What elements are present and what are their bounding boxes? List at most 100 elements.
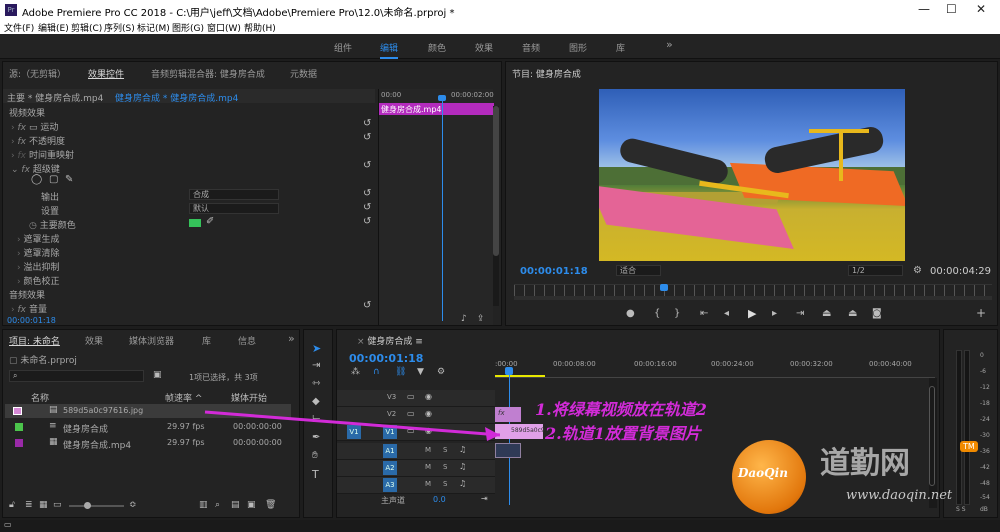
- timeline-tab[interactable]: × 健身房合成 ≡: [357, 334, 423, 347]
- track-target-a2[interactable]: A2: [383, 461, 397, 475]
- column-frame-rate[interactable]: 帧速率 ^: [165, 391, 202, 404]
- menu-file[interactable]: 文件(F): [4, 21, 34, 34]
- go-to-in-icon[interactable]: ⇤: [700, 308, 708, 319]
- linked-selection-icon[interactable]: ⛓: [395, 367, 406, 377]
- eyedropper-icon[interactable]: ✐: [206, 216, 214, 227]
- column-name[interactable]: 名称: [31, 391, 49, 404]
- workspace-audio[interactable]: 音频: [522, 41, 540, 54]
- workspace-libraries[interactable]: 库: [616, 41, 625, 54]
- reset-motion-icon[interactable]: ↺: [363, 118, 371, 129]
- tab-audio-clip-mixer[interactable]: 音频剪辑混合器: 健身房合成: [151, 67, 265, 80]
- timeline-playhead-handle[interactable]: [505, 367, 513, 375]
- color-correction-row[interactable]: › 颜色校正: [17, 274, 59, 287]
- spill-suppression-row[interactable]: › 溢出抑制: [17, 260, 59, 273]
- menu-marker[interactable]: 标记(M): [137, 21, 170, 34]
- tab-effects[interactable]: 效果: [85, 334, 103, 347]
- reset-volume-icon[interactable]: ↺: [363, 300, 371, 311]
- track-target-a3[interactable]: A3: [383, 478, 397, 492]
- microphone-icon[interactable]: ♫: [459, 479, 466, 488]
- play-icon[interactable]: ▶: [748, 307, 756, 320]
- workspace-graphics[interactable]: 图形: [569, 41, 587, 54]
- setting-dropdown[interactable]: 默认: [189, 203, 279, 214]
- program-current-time[interactable]: 00:00:01:18: [520, 266, 588, 277]
- menu-help[interactable]: 帮助(H): [244, 21, 276, 34]
- menu-window[interactable]: 窗口(W): [207, 21, 241, 34]
- program-video-frame[interactable]: [599, 89, 905, 261]
- ripple-edit-tool-icon[interactable]: ⇿: [312, 378, 320, 389]
- tab-libraries[interactable]: 库: [202, 334, 211, 347]
- matte-cleanup-row[interactable]: › 遮罩清除: [17, 246, 59, 259]
- menu-clip[interactable]: 剪辑(C): [71, 21, 102, 34]
- effect-controls-timecode[interactable]: 00:00:01:18: [7, 316, 56, 325]
- track-header-a3[interactable]: A3 M S ♫: [337, 477, 495, 494]
- workspace-editing[interactable]: 编辑: [380, 41, 399, 59]
- tab-info[interactable]: 信息: [238, 334, 256, 347]
- nest-icon[interactable]: ⁂: [351, 367, 360, 377]
- effect-controls-scrollbar[interactable]: [493, 106, 499, 306]
- program-zoom-bar[interactable]: [514, 296, 992, 300]
- track-select-tool-icon[interactable]: ⇥: [312, 360, 320, 371]
- maximize-button[interactable]: ☐: [946, 2, 957, 16]
- resolution-dropdown[interactable]: 1/2: [848, 265, 903, 276]
- project-search-input[interactable]: ⌕: [9, 370, 144, 382]
- tab-metadata[interactable]: 元数据: [290, 67, 317, 80]
- add-marker-icon[interactable]: ▼: [417, 367, 424, 377]
- close-button[interactable]: ✕: [976, 2, 986, 16]
- volume-row[interactable]: › fx 音量: [11, 302, 47, 315]
- lock-icon[interactable]: 🔓︎: [9, 500, 15, 510]
- menu-edit[interactable]: 编辑(E): [38, 21, 69, 34]
- export-frame-camera-icon[interactable]: ◙: [872, 308, 882, 319]
- timeline-timecode[interactable]: 00:00:01:18: [349, 352, 423, 365]
- fit-dropdown[interactable]: 适合: [616, 265, 661, 276]
- automate-icon[interactable]: ▥: [199, 500, 208, 510]
- extract-icon[interactable]: ⏏: [848, 308, 857, 319]
- program-playhead[interactable]: [660, 284, 668, 291]
- program-ruler[interactable]: [514, 284, 992, 296]
- go-to-out-icon[interactable]: ⇥: [796, 308, 804, 319]
- step-back-icon[interactable]: ◂: [724, 308, 729, 319]
- master-clip-label[interactable]: 主要 * 健身房合成.mp4: [7, 91, 103, 104]
- master-go-end-icon[interactable]: ⇥: [481, 494, 488, 503]
- solo-button[interactable]: S: [443, 463, 447, 471]
- motion-row[interactable]: › fx ▭ 运动: [11, 120, 58, 133]
- mark-out-icon[interactable]: }: [674, 308, 680, 319]
- track-header-a2[interactable]: A2 M S ♫: [337, 460, 495, 477]
- zoom-slider[interactable]: [69, 502, 124, 509]
- solo-button[interactable]: S: [443, 480, 447, 488]
- workspace-more-icon[interactable]: »: [666, 38, 673, 51]
- ellipse-mask-icon[interactable]: ◯: [31, 174, 42, 185]
- timeline-ruler[interactable]: :00:00 00:00:08:00 00:00:16:00 00:00:24:…: [495, 358, 935, 378]
- work-area-bar[interactable]: [495, 375, 545, 377]
- type-tool-icon[interactable]: T: [312, 468, 319, 481]
- new-item-icon[interactable]: ▣: [247, 500, 256, 510]
- snap-icon[interactable]: ∩: [373, 367, 380, 377]
- mark-in-icon[interactable]: {: [654, 308, 660, 319]
- workspace-effects[interactable]: 效果: [475, 41, 493, 54]
- menu-sequence[interactable]: 序列(S): [104, 21, 135, 34]
- mini-playhead-handle[interactable]: [438, 95, 446, 101]
- workspace-assembly[interactable]: 组件: [334, 41, 352, 54]
- trash-icon[interactable]: 🗑︎: [265, 500, 276, 510]
- lift-icon[interactable]: ⏏: [822, 308, 831, 319]
- timeline-playhead[interactable]: [509, 375, 510, 505]
- opacity-row[interactable]: › fx 不透明度: [11, 134, 65, 147]
- reset-output-icon[interactable]: ↺: [363, 188, 371, 199]
- rectangle-mask-icon[interactable]: ▢: [49, 174, 58, 185]
- meter-solo-buttons[interactable]: S S: [956, 506, 966, 513]
- key-color-swatch[interactable]: [189, 219, 201, 227]
- tab-project[interactable]: 项目: 未命名: [9, 334, 60, 347]
- new-bin-icon[interactable]: ▤: [231, 500, 240, 510]
- add-button-icon[interactable]: +: [976, 306, 986, 320]
- mini-clip-bar[interactable]: 健身房合成.mp4: [379, 103, 494, 115]
- workspace-color[interactable]: 颜色: [428, 41, 446, 54]
- output-dropdown[interactable]: 合成: [189, 189, 279, 200]
- panel-more-icon[interactable]: »: [288, 332, 295, 345]
- matte-generation-row[interactable]: › 遮罩生成: [17, 232, 59, 245]
- reset-setting-icon[interactable]: ↺: [363, 202, 371, 213]
- pen-mask-icon[interactable]: ✎: [65, 174, 73, 185]
- tab-media-browser[interactable]: 媒体浏览器: [129, 334, 174, 347]
- add-marker-icon[interactable]: ●: [626, 308, 635, 319]
- microphone-icon[interactable]: ♫: [459, 462, 466, 471]
- menu-graphics[interactable]: 图形(G): [172, 21, 204, 34]
- find-icon[interactable]: ⌕: [215, 500, 220, 510]
